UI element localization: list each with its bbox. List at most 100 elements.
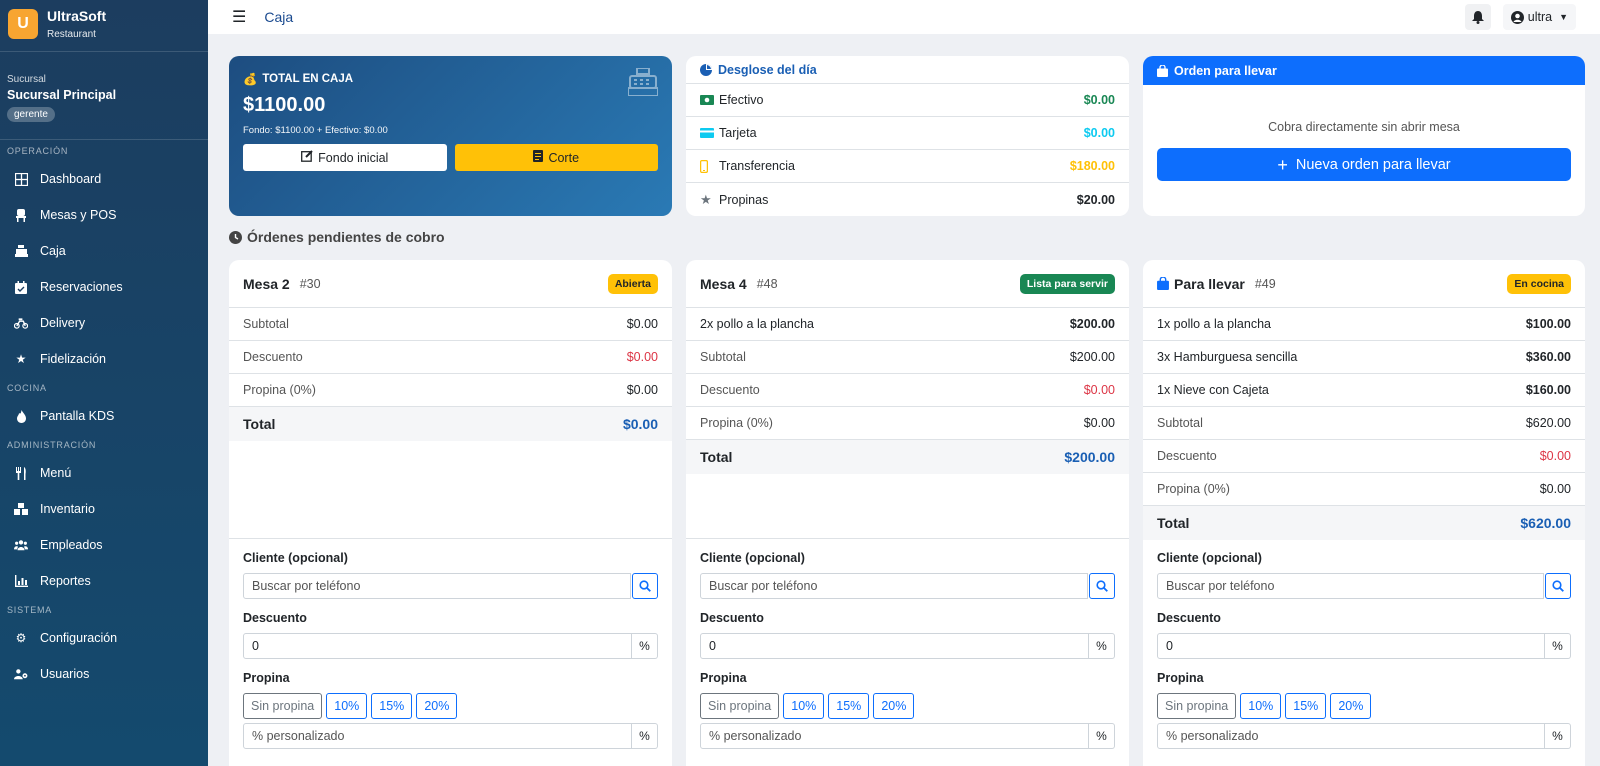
propina-label: Propina (0%)	[243, 383, 316, 397]
tip-20-button[interactable]: 20%	[873, 693, 915, 719]
transferencia-value: $180.00	[1069, 159, 1115, 173]
sidebar-item-menu[interactable]: Menú	[0, 455, 208, 491]
sidebar-item-fidelizacion[interactable]: ★ Fidelización	[0, 341, 208, 377]
shopping-bag-icon	[1157, 64, 1168, 77]
order-number: #48	[756, 276, 778, 291]
notifications-button[interactable]	[1464, 4, 1491, 30]
cliente-search-input[interactable]: Buscar por teléfono	[700, 573, 1088, 599]
sidebar-item-kds[interactable]: Pantalla KDS	[0, 398, 208, 434]
propina-field-label: Propina	[1157, 671, 1204, 685]
sidebar-item-delivery[interactable]: Delivery	[0, 305, 208, 341]
sidebar-item-dashboard[interactable]: Dashboard	[0, 161, 208, 197]
propina-label: Propina (0%)	[700, 416, 773, 430]
tip-20-button[interactable]: 20%	[416, 693, 458, 719]
tip-none-button[interactable]: Sin propina	[243, 693, 323, 719]
user-circle-icon	[1510, 10, 1524, 24]
descuento-input[interactable]: 0	[700, 633, 1089, 659]
plus-icon: +	[1277, 154, 1288, 175]
pendientes-title-text: Órdenes pendientes de cobro	[247, 229, 445, 245]
transferencia-label: Transferencia	[719, 159, 795, 173]
sidebar-item-label: Pantalla KDS	[40, 409, 115, 423]
user-name: ultra	[1527, 10, 1553, 24]
tip-options: Sin propina 10% 15% 20%	[700, 693, 1115, 719]
item-price: $100.00	[1525, 317, 1571, 331]
tip-none-button[interactable]: Sin propina	[1157, 693, 1237, 719]
order-title: Mesa 2	[243, 275, 290, 292]
search-button[interactable]	[632, 573, 658, 599]
status-badge: Abierta	[607, 273, 658, 294]
descuento-row: Descuento $0.00	[229, 341, 672, 374]
branch-name: Sucursal Principal	[7, 88, 117, 102]
order-items: 1x pollo a la plancha $100.00 3x Hamburgu…	[1143, 308, 1585, 540]
branch-label: Sucursal	[7, 74, 46, 85]
order-card: Mesa 2 #30 Abierta Subtotal $0.00 Descuen…	[229, 260, 672, 766]
sidebar-item-usuarios[interactable]: Usuarios	[0, 656, 208, 692]
file-invoice-icon	[533, 150, 544, 165]
tip-10-button[interactable]: 10%	[1240, 693, 1282, 719]
custom-tip-input[interactable]: % personalizado	[700, 723, 1089, 749]
sidebar-item-empleados[interactable]: Empleados	[0, 527, 208, 563]
nav-section-admin: ADMINISTRACIÓN	[7, 440, 97, 450]
descuento-value: $0.00	[1539, 449, 1571, 463]
percent-addon: %	[1089, 723, 1115, 749]
sidebar-item-inventario[interactable]: Inventario	[0, 491, 208, 527]
total-label: Total	[243, 416, 276, 432]
user-menu-button[interactable]: ultra ▼	[1502, 4, 1576, 30]
order-items: 2x pollo a la plancha $200.00 Subtotal $20…	[686, 308, 1129, 539]
search-button[interactable]	[1089, 573, 1115, 599]
custom-tip-input[interactable]: % personalizado	[243, 723, 632, 749]
hamburger-menu-icon[interactable]: ☰	[232, 7, 246, 27]
sidebar-item-caja[interactable]: Caja	[0, 233, 208, 269]
tip-20-button[interactable]: 20%	[1330, 693, 1372, 719]
propina-value: $0.00	[626, 383, 658, 397]
search-button[interactable]	[1545, 573, 1571, 599]
credit-card-icon	[700, 128, 714, 138]
brand-logo: U	[8, 9, 38, 39]
order-title: Para llevar	[1157, 276, 1245, 292]
order-header: Mesa 2 #30 Abierta	[229, 260, 672, 308]
brand[interactable]: U UltraSoft Restaurant	[0, 0, 208, 52]
tip-10-button[interactable]: 10%	[783, 693, 825, 719]
branch-info: Sucursal Sucursal Principal gerente	[0, 54, 208, 140]
grid-icon	[14, 172, 28, 186]
tip-15-button[interactable]: 15%	[1285, 693, 1327, 719]
cliente-label: Cliente (opcional)	[700, 551, 805, 565]
propinas-value: $20.00	[1076, 192, 1115, 207]
sidebar-item-mesas[interactable]: Mesas y POS	[0, 197, 208, 233]
topbar: ☰ Caja ultra ▼	[208, 0, 1600, 34]
tip-none-button[interactable]: Sin propina	[700, 693, 780, 719]
cliente-search-input[interactable]: Buscar por teléfono	[243, 573, 631, 599]
sidebar-item-configuracion[interactable]: ⚙ Configuración	[0, 620, 208, 656]
tip-15-button[interactable]: 15%	[371, 693, 413, 719]
total-value: $0.00	[622, 416, 658, 432]
tip-10-button[interactable]: 10%	[326, 693, 368, 719]
fondo-inicial-label: Fondo inicial	[318, 150, 389, 165]
nueva-orden-button[interactable]: + Nueva orden para llevar	[1157, 148, 1571, 181]
descuento-input[interactable]: 0	[1157, 633, 1545, 659]
item-price: $360.00	[1525, 350, 1571, 364]
subtotal-row: Subtotal $0.00	[229, 308, 672, 341]
desglose-title: Desglose del día	[718, 62, 817, 77]
boxes-icon	[14, 502, 28, 516]
fondo-inicial-button[interactable]: Fondo inicial	[243, 144, 447, 171]
descuento-input[interactable]: 0	[243, 633, 632, 659]
caret-down-icon: ▼	[1559, 12, 1568, 22]
tip-15-button[interactable]: 15%	[828, 693, 870, 719]
order-number: #49	[1254, 276, 1276, 291]
custom-tip-input[interactable]: % personalizado	[1157, 723, 1545, 749]
subtotal-row: Subtotal $200.00	[686, 341, 1129, 374]
sidebar-item-reportes[interactable]: Reportes	[0, 563, 208, 599]
subtotal-row: Subtotal $620.00	[1143, 407, 1585, 440]
sidebar-item-reservaciones[interactable]: Reservaciones	[0, 269, 208, 305]
cliente-search-input[interactable]: Buscar por teléfono	[1157, 573, 1544, 599]
total-value: $620.00	[1520, 515, 1571, 531]
clock-icon	[229, 230, 242, 244]
desglose-header: Desglose del día	[686, 56, 1129, 84]
order-form: Cliente (opcional) Buscar por teléfono D…	[1143, 539, 1585, 749]
sidebar: U UltraSoft Restaurant Sucursal Sucursal…	[0, 0, 208, 766]
descuento-label: Descuento	[1157, 449, 1217, 463]
propina-row: Propina (0%) $0.00	[1143, 473, 1585, 506]
desglose-propinas-row: ★ Propinas $20.00	[686, 183, 1129, 216]
corte-button[interactable]: Corte	[454, 144, 658, 171]
desglose-efectivo-row: Efectivo $0.00	[686, 84, 1129, 117]
